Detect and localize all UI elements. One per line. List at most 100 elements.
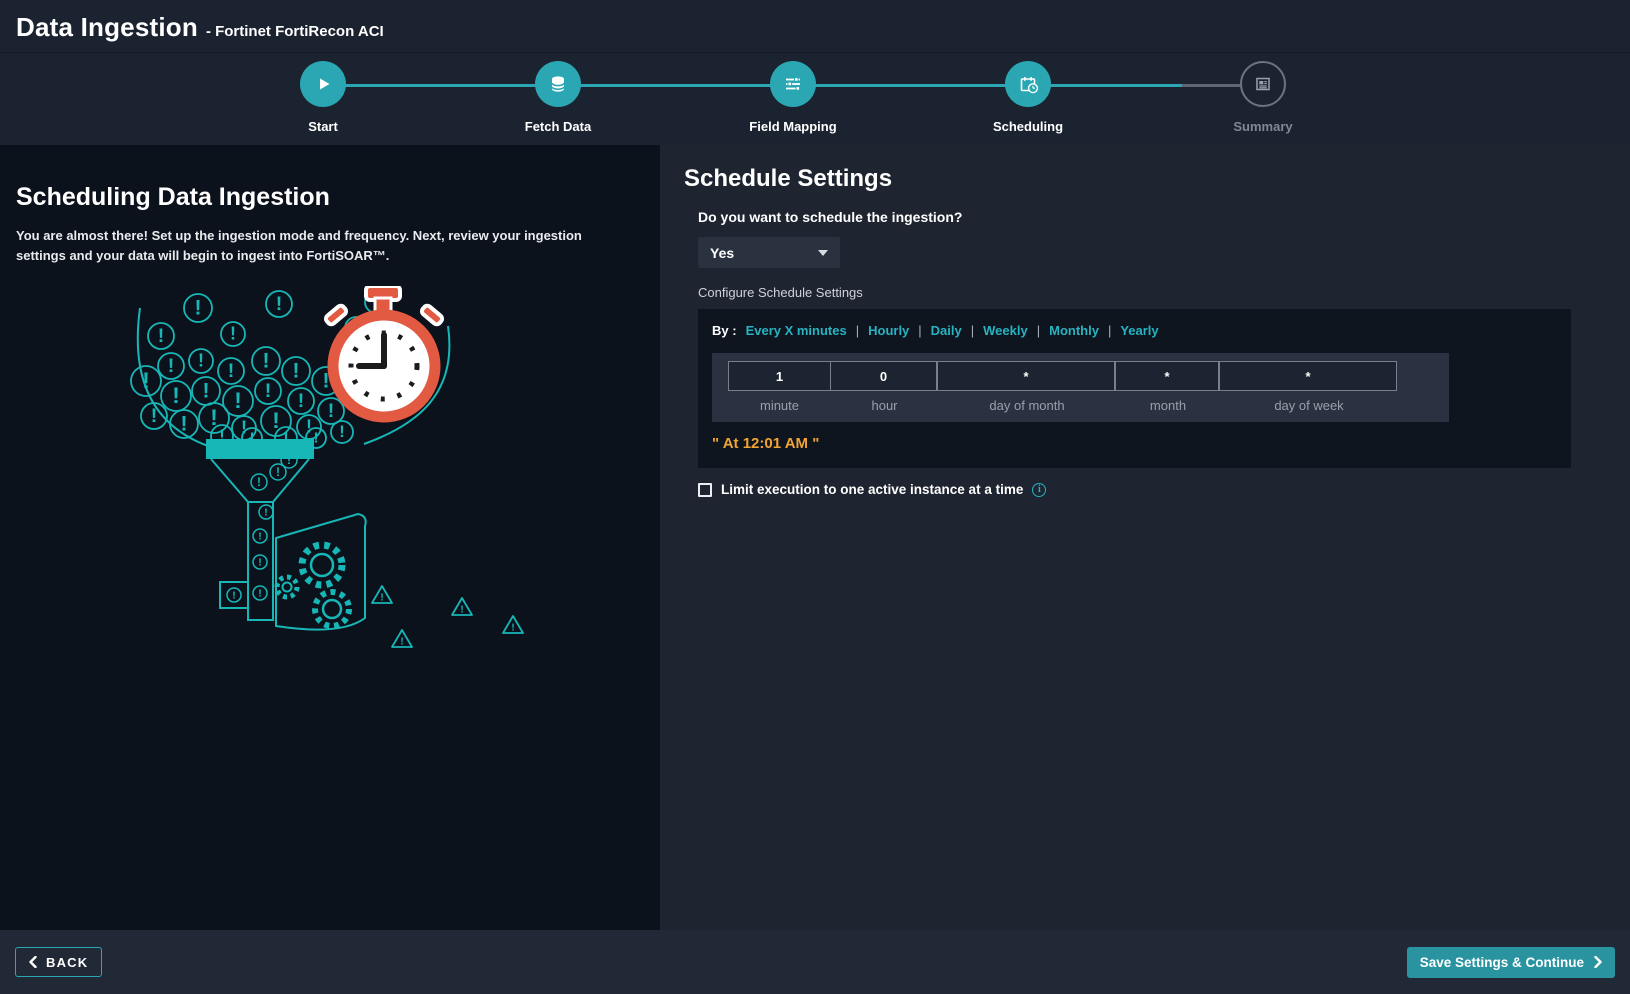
svg-text:!: !	[203, 380, 210, 403]
save-settings-continue-button[interactable]: Save Settings & Continue	[1406, 946, 1615, 978]
schedule-dropdown[interactable]: Yes	[698, 237, 840, 268]
freq-yearly[interactable]: Yearly	[1120, 323, 1158, 338]
svg-text:!: !	[258, 557, 262, 569]
separator: |	[855, 323, 860, 338]
by-label: By :	[712, 323, 737, 338]
svg-text:!: !	[276, 293, 283, 315]
cron-labels-row: minute hour day of month month day of we…	[728, 391, 1433, 417]
left-panel-description: You are almost there! Set up the ingesti…	[16, 228, 582, 264]
separator: |	[970, 323, 975, 338]
freq-daily[interactable]: Daily	[931, 323, 962, 338]
svg-text:!: !	[181, 413, 188, 436]
schedule-settings-title: Schedule Settings	[684, 165, 893, 192]
freq-every-x-minutes[interactable]: Every X minutes	[746, 323, 847, 338]
cron-inputs-row	[728, 361, 1433, 391]
freq-weekly[interactable]: Weekly	[983, 323, 1028, 338]
svg-text:!: !	[400, 637, 403, 648]
svg-text:!: !	[298, 390, 305, 412]
chevron-right-icon	[1594, 956, 1602, 968]
step-summary[interactable]: Summary	[1173, 61, 1353, 134]
limit-execution-row: Limit execution to one active instance a…	[698, 482, 1606, 497]
svg-text:!: !	[287, 453, 291, 467]
svg-text:!: !	[228, 360, 235, 382]
back-button-label: BACK	[46, 954, 89, 970]
cron-month-label: month	[1149, 398, 1187, 413]
play-icon[interactable]	[300, 61, 346, 107]
cron-day-of-week-label: day of week	[1274, 398, 1344, 413]
cron-month-input[interactable]	[1115, 361, 1219, 391]
page-title: Data Ingestion	[16, 12, 198, 42]
back-button[interactable]: BACK	[15, 947, 103, 977]
cron-hour-input[interactable]	[830, 361, 937, 391]
summary-doc-icon[interactable]	[1240, 61, 1286, 107]
step-start[interactable]: Start	[233, 61, 413, 134]
separator: |	[918, 323, 922, 338]
svg-text:!: !	[380, 593, 383, 604]
step-label: Fetch Data	[524, 119, 592, 134]
database-icon[interactable]	[535, 61, 581, 107]
cron-day-of-month-label: day of month	[989, 398, 1065, 413]
svg-text:!: !	[293, 360, 300, 383]
limit-execution-label: Limit execution to one active instance a…	[721, 482, 1024, 497]
separator: |	[1036, 323, 1041, 338]
svg-text:!: !	[234, 388, 242, 413]
svg-text:!: !	[276, 465, 280, 479]
svg-text:!: !	[230, 324, 236, 344]
svg-text:!: !	[328, 400, 335, 422]
scheduling-info-panel: Scheduling Data Ingestion You are almost…	[0, 145, 660, 930]
freq-hourly[interactable]: Hourly	[868, 323, 909, 338]
stopwatch-graphic	[323, 284, 445, 423]
chevron-left-icon	[29, 956, 37, 968]
cron-day-of-week-input[interactable]	[1219, 361, 1397, 391]
schedule-settings-panel: Schedule Settings Do you want to schedul…	[660, 145, 1630, 930]
svg-text:!: !	[168, 355, 175, 377]
svg-text:!: !	[158, 325, 165, 347]
info-icon[interactable]: i	[1032, 482, 1047, 497]
svg-text:!: !	[172, 383, 180, 408]
left-panel-title: Scheduling Data Ingestion	[16, 183, 330, 211]
wizard-footer: BACK Save Settings & Continue	[0, 930, 1630, 994]
data-ingestion-wizard: Data Ingestion - Fortinet FortiRecon ACI…	[0, 0, 1630, 994]
limit-execution-checkbox[interactable]	[698, 482, 712, 497]
step-label: Summary	[1233, 119, 1293, 134]
svg-text:!: !	[263, 350, 270, 373]
chevron-down-icon	[818, 249, 828, 256]
configure-schedule-label: Configure Schedule Settings	[698, 285, 863, 300]
svg-text:!: !	[511, 623, 514, 634]
cron-editor: minute hour day of month month day of we…	[712, 353, 1449, 422]
cron-day-of-month-input[interactable]	[937, 361, 1115, 391]
step-fetch-data[interactable]: Fetch Data	[468, 61, 648, 134]
title-bar: Data Ingestion - Fortinet FortiRecon ACI	[0, 0, 1630, 53]
step-field-mapping[interactable]: Field Mapping	[703, 61, 883, 134]
data-funnel-illustration: !!!!!!!!!!!!!!!!!!!!!!!!!!!!!!!! !!!!!!!…	[130, 284, 524, 649]
svg-text:!: !	[142, 368, 150, 393]
calendar-clock-icon[interactable]	[1005, 61, 1051, 107]
svg-text:!: !	[314, 430, 319, 447]
svg-text:!: !	[195, 297, 202, 320]
wizard-stepper: Start Fetch Data Field Mapping Schedulin…	[0, 53, 1630, 145]
step-label: Field Mapping	[749, 119, 837, 134]
freq-monthly[interactable]: Monthly	[1049, 323, 1099, 338]
schedule-card: By : Every X minutes | Hourly | Daily | …	[698, 309, 1571, 468]
svg-text:!: !	[265, 380, 272, 402]
svg-text:!: !	[151, 405, 158, 427]
cron-minute-label: minute	[759, 398, 800, 413]
svg-text:!: !	[264, 507, 268, 519]
step-label: Start	[308, 119, 338, 134]
schedule-question-label: Do you want to schedule the ingestion?	[698, 209, 963, 225]
schedule-dropdown-value: Yes	[710, 244, 735, 261]
save-button-label: Save Settings & Continue	[1419, 954, 1584, 970]
cron-minute-input[interactable]	[728, 361, 831, 391]
separator: |	[1107, 323, 1112, 338]
svg-text:!: !	[460, 605, 463, 616]
field-mapping-icon[interactable]	[770, 61, 816, 107]
svg-text:!: !	[258, 531, 262, 543]
svg-text:!: !	[257, 475, 261, 489]
step-label: Scheduling	[992, 119, 1064, 134]
step-scheduling[interactable]: Scheduling	[938, 61, 1118, 134]
svg-text:!: !	[232, 590, 236, 602]
page-subtitle: - Fortinet FortiRecon ACI	[205, 23, 384, 40]
svg-text:!: !	[339, 423, 345, 441]
cron-human-readable: " At 12:01 AM "	[712, 435, 820, 452]
svg-text:!: !	[198, 351, 204, 371]
